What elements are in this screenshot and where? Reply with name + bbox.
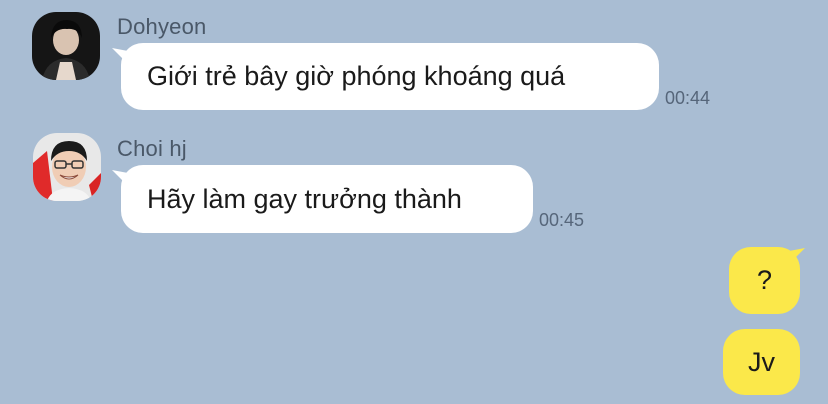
message-bubble[interactable]: Giới trẻ bây giờ phóng khoáng quá xyxy=(121,43,659,110)
my-message-bubble[interactable]: ? xyxy=(729,247,800,314)
message-text: Giới trẻ bây giờ phóng khoáng quá xyxy=(147,61,566,91)
sender-name: Dohyeon xyxy=(117,14,207,39)
message-bubble[interactable]: Hãy làm gay trưởng thành xyxy=(121,165,533,233)
my-message-bubble[interactable]: Jv xyxy=(723,329,800,395)
sender-name: Choi hj xyxy=(117,136,187,161)
my-message-text: Jv xyxy=(748,346,775,377)
message-text: Hãy làm gay trưởng thành xyxy=(147,183,462,214)
my-message-text: ? xyxy=(756,265,773,295)
avatar-dohyeon[interactable] xyxy=(32,12,100,80)
smiling-glasses-portrait-icon xyxy=(33,133,101,201)
avatar-choi-hj[interactable] xyxy=(33,133,101,201)
message-timestamp: 00:44 xyxy=(665,88,711,108)
message-timestamp: 00:45 xyxy=(539,210,585,230)
dark-portrait-icon xyxy=(32,12,100,80)
